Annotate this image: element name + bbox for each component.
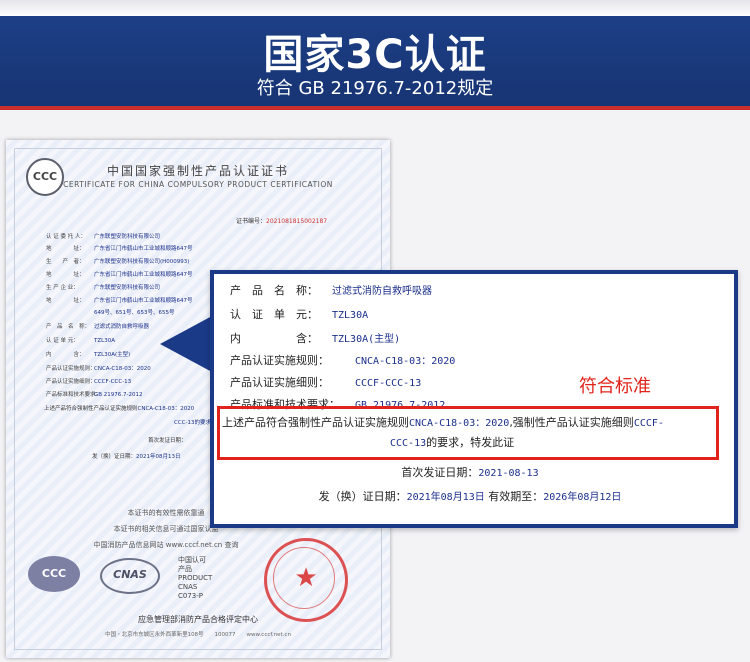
zoom-row-label: 认 证 单 元： — [230, 308, 318, 321]
cert-field-value: CNCA-C18-03：2020 — [137, 406, 195, 412]
highlight-rule: CNCA-C18-03：2020 — [409, 418, 510, 429]
zoom-row-value: CNCA-C18-03：2020 — [355, 356, 456, 367]
cert-field: 地 址： 广东省江门市鹤山市工业城和顺路647号 — [46, 296, 193, 304]
certificate-number-value: 2021081815002187 — [266, 218, 328, 225]
cert-field-label: 发（换）证日期： — [92, 454, 137, 460]
cert-field-label: 产品认证实施规则： — [46, 366, 96, 372]
issue-label: 发（换）证日期： — [318, 490, 407, 503]
cert-field-value: 广东联塑安防科技有限公司 — [94, 234, 161, 240]
top-strip — [0, 0, 750, 16]
issue-value: 2021年08月13日 — [406, 492, 485, 503]
zoom-detail-card: 产 品 名 称： 过滤式消防自救呼吸器 认 证 单 元： TZL30A 内 含： TZ… — [210, 270, 738, 528]
zoom-row: 产品认证实施细则： CCCF-CCC-13 — [230, 374, 421, 390]
cert-field-value: 广东联塑安防科技有限公司 — [94, 285, 161, 291]
cert-field-value: 过滤式消防自救呼吸器 — [94, 324, 150, 330]
valid-value: 2026年08月12日 — [543, 492, 622, 503]
cnas-text: 中国认可 产品 PRODUCT CNAS C073-P — [178, 556, 212, 601]
cert-field: 产品标准和技术要求：GB 21976.7-2012 — [46, 390, 143, 398]
highlight-detail-a: CCCF- — [633, 418, 664, 429]
issue-date: 发（换）证日期：2021年08月13日 有效期至：2026年08月12日 — [214, 488, 726, 504]
certificate-title-en: CERTIFICATE FOR CHINA COMPULSORY PRODUCT… — [63, 180, 333, 189]
cert-field: 认 证 委 托 人： 广东联塑安防科技有限公司 — [46, 232, 160, 240]
cert-field: 地 址： 广东省江门市鹤山市工业城和顺路647号 — [46, 244, 193, 252]
cnas-line: PRODUCT — [178, 574, 213, 582]
first-issue-value: 2021-08-13 — [478, 468, 539, 479]
red-seal-stamp: ★ — [264, 538, 348, 622]
highlight-detail-b: CCC-13 — [390, 438, 427, 449]
zoom-row-value: 过滤式消防自救呼吸器 — [332, 286, 432, 297]
cert-field: 认 证 单 元： TZL30A — [46, 336, 115, 344]
ccc-mark-icon: CCC — [28, 556, 80, 592]
cert-field: 上述产品符合强制性产品认证实施规则CNCA-C18-03：2020 — [44, 404, 194, 412]
certificate-number: 证书编号：2021081815002187 — [236, 216, 327, 225]
cert-field: 发（换）证日期：2021年08月13日 — [92, 452, 181, 460]
cert-field-label: 生 产 企 业： — [46, 285, 79, 291]
highlight-pre: 上述产品符合强制性产品认证实施规则 — [222, 416, 409, 429]
cert-field-label: 内 含： — [46, 352, 85, 358]
certificate-issuer: 应急管理部消防产品合格评定中心 — [138, 615, 258, 624]
highlight-post: 的要求，特发此证 — [426, 436, 515, 449]
cert-field-value: 广东省江门市鹤山市工业城和顺路647号 — [94, 298, 193, 304]
zoom-row: 产品认证实施规则： CNCA-C18-03：2020 — [230, 352, 455, 368]
first-issue-label: 首次发证日期： — [401, 466, 479, 479]
zoom-row-label: 内 含： — [230, 332, 318, 345]
highlight-mid: ,强制性产品认证实施细则 — [509, 416, 634, 429]
zoom-row-value: TZL30A — [332, 310, 369, 321]
certificate-title-cn: 中国国家强制性产品认证证书 — [106, 164, 289, 178]
page-title: 国家3C认证 — [263, 32, 487, 78]
cert-field-value: 广东联塑安防科技有限公司(H000993) — [94, 259, 190, 265]
first-issue-date: 首次发证日期：2021-08-13 — [214, 464, 726, 480]
pointer-arrow-icon — [160, 316, 212, 372]
cnas-line: 中国认可 — [178, 556, 206, 564]
cert-field-label: 认 证 委 托 人： — [46, 234, 86, 240]
cert-field-label: 产 品 名 称： — [46, 324, 91, 330]
certificate-number-label: 证书编号： — [236, 218, 267, 225]
zoom-row-value: TZL30A(主型) — [332, 334, 401, 345]
cert-field: 产 品 名 称： 过滤式消防自救呼吸器 — [46, 322, 149, 330]
cert-field-value: GB 21976.7-2012 — [94, 392, 143, 398]
cnas-line: CNAS C073-P — [178, 583, 203, 600]
compliance-label: 符合标准 — [579, 376, 651, 397]
cert-field: 生 产 企 业： 广东联塑安防科技有限公司 — [46, 283, 160, 291]
cert-field-label: 地 址： — [46, 298, 85, 304]
zoom-row: 认 证 单 元： TZL30A — [230, 306, 368, 322]
cert-field-label: 生 产 者： — [46, 259, 85, 265]
cert-field-value: TZL30A — [94, 338, 115, 344]
cnas-logo-icon: CNAS — [100, 558, 160, 594]
cert-field-value: CNCA-C18-03：2020 — [94, 366, 151, 372]
cert-field-value: 2021年08月13日 — [136, 454, 181, 460]
cert-field: 产品认证实施规则：CNCA-C18-03：2020 — [46, 364, 151, 372]
zoom-row-label: 产 品 名 称： — [230, 284, 318, 297]
seal-star-icon: ★ — [294, 563, 318, 593]
zoom-row-label: 产品认证实施细则： — [230, 376, 329, 389]
cert-field-value: TZL30A(主型) — [94, 352, 131, 358]
cert-field-label: 地 址： — [46, 246, 85, 252]
cert-field: 地 址： 广东省江门市鹤山市工业城和顺路647号 — [46, 270, 193, 278]
zoom-row-value: CCCF-CCC-13 — [355, 378, 422, 389]
highlight-line-2: CCC-13的要求，特发此证 — [390, 434, 514, 450]
cert-field: 内 含： TZL30A(主型) — [46, 350, 130, 358]
cert-field: 649号、651号、653号、655号 — [46, 308, 175, 316]
cnas-line: 产品 — [178, 565, 192, 573]
cert-field-label: 首次发证日期： — [148, 438, 187, 444]
cert-field-label: 上述产品符合强制性产品认证实施规则 — [44, 406, 138, 412]
zoom-row-label: 产品认证实施规则： — [230, 354, 329, 367]
header-banner: 国家3C认证 符合 GB 21976.7-2012规定 — [0, 16, 750, 110]
cert-field-value: 广东省江门市鹤山市工业城和顺路647号 — [94, 246, 193, 252]
cert-field: 生 产 者： 广东联塑安防科技有限公司(H000993) — [46, 257, 189, 265]
cert-field-label: 产品标准和技术要求： — [46, 392, 102, 398]
highlight-line-1: 上述产品符合强制性产品认证实施规则CNCA-C18-03：2020,强制性产品认… — [222, 414, 664, 430]
cert-field-label: 认 证 单 元： — [46, 338, 79, 344]
cert-field-label: 地 址： — [46, 272, 85, 278]
page-subtitle: 符合 GB 21976.7-2012规定 — [256, 78, 494, 99]
zoom-row: 产 品 名 称： 过滤式消防自救呼吸器 — [230, 282, 432, 298]
cert-field-value: CCCF-CCC-13 — [94, 379, 132, 385]
valid-label: 有效期至： — [488, 490, 544, 503]
cert-field-value: 广东省江门市鹤山市工业城和顺路647号 — [94, 272, 193, 278]
cert-field: 产品认证实施细则：CCCF-CCC-13 — [46, 377, 131, 385]
cert-field: 首次发证日期： — [148, 436, 187, 444]
certificate-address: 中国・北京市东城区永外西革新里108号 100077 www.cccf.net.… — [105, 632, 291, 638]
zoom-row: 内 含： TZL30A(主型) — [230, 330, 400, 346]
cert-field-label: 产品认证实施细则： — [46, 379, 96, 385]
